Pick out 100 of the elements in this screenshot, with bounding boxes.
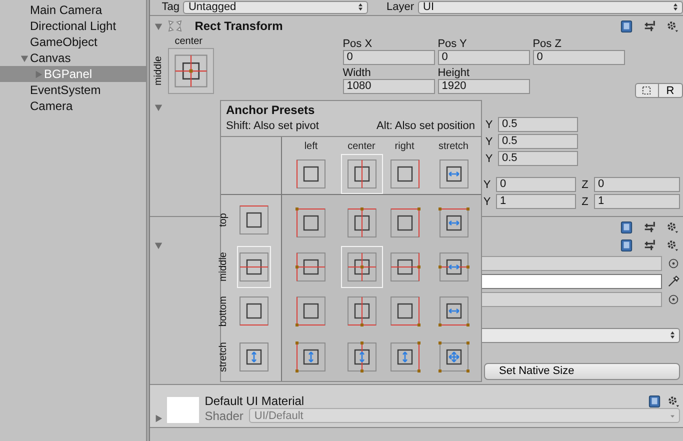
expand-triangle-icon[interactable] (154, 414, 163, 423)
preset-button[interactable] (340, 154, 382, 194)
anchor-icon (346, 295, 378, 327)
row-label: bottom (218, 296, 229, 326)
number-field[interactable]: 1920 (438, 79, 530, 94)
help-book-icon[interactable] (648, 394, 661, 408)
axis-label: Z (580, 196, 590, 208)
sliders-icon[interactable] (643, 239, 656, 252)
anchor-icon (388, 341, 420, 373)
hint-text: Shift: Also set pivot (226, 120, 319, 132)
popup-title: Anchor Presets (226, 103, 316, 117)
help-book-icon[interactable] (620, 20, 633, 32)
settings-icon[interactable] (667, 394, 680, 408)
layer-dropdown[interactable]: UI (418, 0, 683, 14)
number-field[interactable]: 0.5 (498, 117, 578, 132)
anchor-preset-button[interactable] (168, 48, 214, 94)
collapse-triangle-icon[interactable] (154, 102, 163, 112)
tag-label: Tag (162, 1, 180, 13)
anchor-icon (388, 295, 420, 327)
component-title: Rect Transform (194, 19, 283, 33)
column-label: center (348, 141, 376, 152)
anchor-icon (346, 207, 378, 239)
column-label: right (394, 141, 414, 152)
material-name: Default UI Material (204, 394, 304, 408)
collapse-triangle-icon[interactable] (154, 22, 163, 30)
anchor-icon (438, 295, 470, 327)
up-down-arrows-icon (670, 331, 675, 339)
axis-label: Y (482, 178, 492, 190)
anchor-icon (172, 53, 209, 89)
material-preview (166, 397, 199, 423)
preset-button[interactable] (340, 246, 382, 288)
number-field[interactable]: 0 (438, 50, 530, 65)
anchor-icon (346, 341, 378, 373)
axis-label: Y (484, 152, 494, 164)
hierarchy-item[interactable]: Main Camera (0, 2, 146, 18)
anchor-icon (295, 341, 327, 373)
sliders-icon[interactable] (643, 20, 656, 32)
number-field[interactable]: 0 (594, 177, 680, 192)
anchor-horizontal-label: center (174, 36, 204, 48)
anchor-icon (388, 158, 420, 190)
number-field[interactable]: 0.5 (498, 134, 578, 149)
object-picker-icon[interactable] (667, 256, 680, 270)
settings-icon[interactable] (666, 220, 679, 234)
number-field[interactable]: 1 (496, 194, 576, 209)
raw-edit-button[interactable]: R (658, 83, 683, 98)
hint-text: Alt: Also set position (376, 120, 475, 132)
settings-icon[interactable] (666, 20, 679, 32)
rect-transform-icon (166, 19, 183, 33)
number-field[interactable]: 0 (532, 50, 625, 65)
anchor-icon (295, 251, 327, 283)
column-label: left (304, 141, 318, 152)
axis-label: Z (580, 178, 590, 190)
number-field[interactable]: 1080 (342, 79, 435, 94)
row-label: stretch (218, 342, 229, 372)
anchor-icon (295, 295, 327, 327)
blueprint-mode-button[interactable] (634, 83, 659, 98)
anchor-icon (438, 251, 470, 283)
eyedropper-icon[interactable] (667, 274, 680, 288)
axis-label: Y (482, 196, 492, 208)
hierarchy-item[interactable]: Directional Light (0, 18, 146, 34)
field-label: Pos X (342, 38, 374, 50)
anchor-icon (438, 341, 470, 373)
axis-label: Y (484, 136, 494, 148)
anchor-icon (295, 158, 327, 190)
tag-dropdown[interactable]: Untagged (183, 0, 368, 14)
number-field[interactable]: 0 (496, 177, 576, 192)
up-down-arrows-icon (358, 3, 364, 11)
hierarchy-item[interactable]: Camera (0, 98, 146, 114)
help-book-icon[interactable] (620, 239, 633, 252)
hierarchy-item[interactable]: Canvas (0, 50, 146, 66)
collapse-triangle-icon[interactable] (154, 241, 163, 250)
up-down-arrows-icon (673, 3, 678, 11)
axis-label: Y (484, 118, 494, 130)
number-field[interactable]: 0 (342, 50, 435, 65)
anchor-icon (438, 207, 470, 239)
field-label: Width (342, 67, 372, 79)
anchor-icon (238, 295, 270, 327)
anchor-icon (238, 204, 270, 236)
sliders-icon[interactable] (643, 220, 656, 234)
set-native-size-button[interactable]: Set Native Size (484, 362, 680, 380)
anchor-icon (238, 251, 270, 283)
field-label: Height (438, 67, 471, 79)
preset-button[interactable] (237, 246, 271, 288)
hierarchy-item[interactable]: GameObject (0, 34, 146, 50)
number-field[interactable]: 1 (594, 194, 680, 209)
number-field[interactable]: 0.5 (498, 151, 578, 166)
anchor-icon (238, 341, 270, 373)
field-label: Pos Y (438, 38, 468, 50)
anchor-icon (295, 207, 327, 239)
hierarchy-item[interactable]: EventSystem (0, 82, 146, 98)
shader-label: Shader (204, 408, 244, 422)
row-label: middle (218, 252, 229, 282)
layer-label: Layer (386, 1, 414, 13)
anchor-icon (346, 158, 378, 190)
help-book-icon[interactable] (620, 220, 633, 234)
settings-icon[interactable] (666, 239, 679, 252)
field-label: Pos Z (532, 38, 562, 50)
object-picker-icon[interactable] (667, 292, 680, 306)
dotted-square-icon (642, 86, 652, 95)
expand-triangle-icon[interactable] (20, 54, 28, 62)
